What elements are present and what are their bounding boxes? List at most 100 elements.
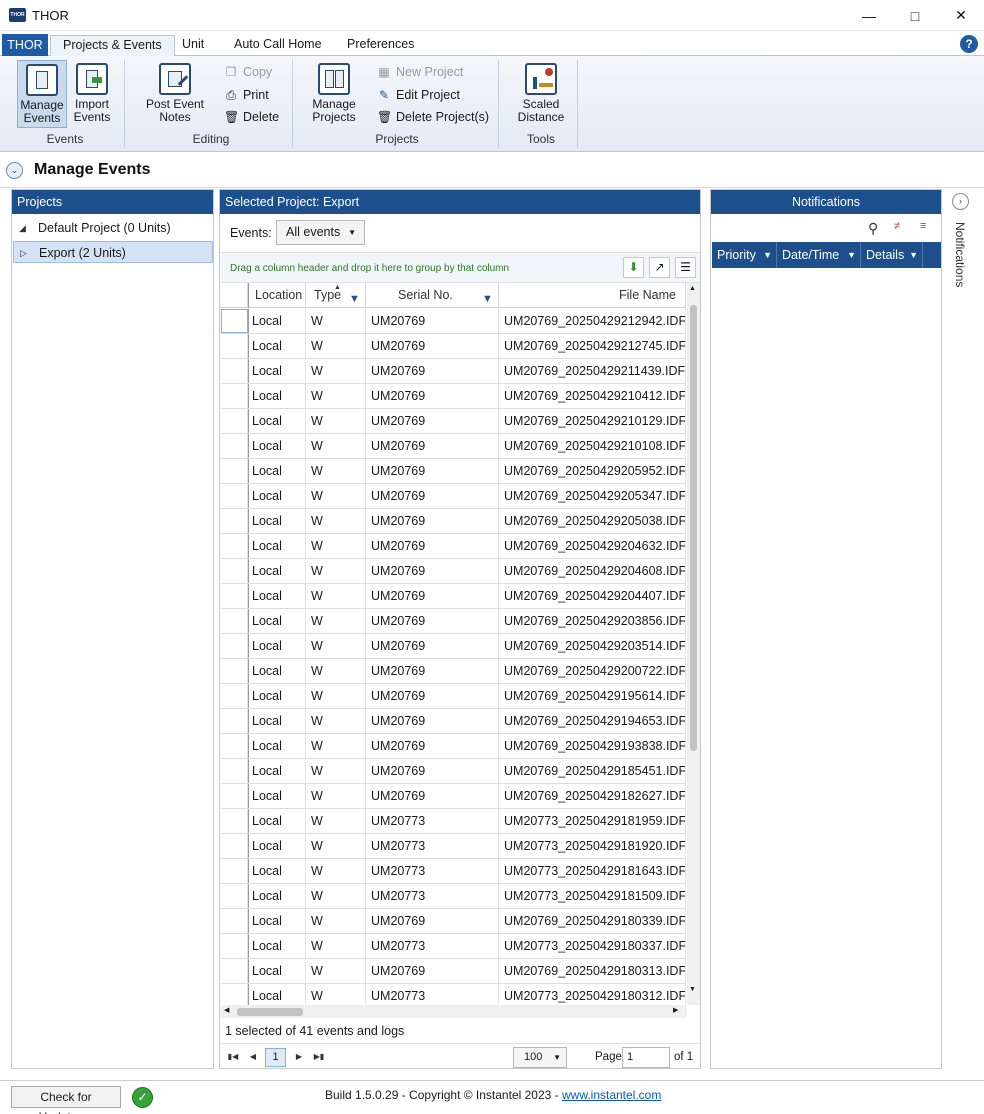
table-row[interactable]: Local W UM20773 UM20773_20250429181920.IDFW (221, 834, 686, 859)
search-icon[interactable]: ⚲ (868, 220, 878, 237)
expanded-arrow-icon[interactable]: ◢ (19, 217, 26, 239)
table-row[interactable]: Local W UM20769 UM20769_20250429205347.IDFW (221, 484, 686, 509)
column-chooser-icon[interactable]: ☰ (675, 257, 696, 278)
row-indicator[interactable] (221, 759, 248, 783)
row-indicator[interactable] (221, 384, 248, 408)
delete-projects-button[interactable]: 🗑 Delete Project(s) (377, 107, 489, 127)
table-row[interactable]: Local W UM20769 UM20769_20250429185451.IDFW (221, 759, 686, 784)
table-row[interactable]: Local W UM20769 UM20769_20250429205952.IDFW (221, 459, 686, 484)
collapsed-arrow-icon[interactable]: ▷ (20, 242, 27, 264)
table-row[interactable]: Local W UM20769 UM20769_20250429194653.IDFW (221, 709, 686, 734)
manage-projects-button[interactable]: Manage Projects (306, 60, 362, 128)
open-external-icon[interactable]: ↗ (649, 257, 670, 278)
filter-icon[interactable]: ▼ (482, 287, 496, 305)
print-button[interactable]: ⎙ Print (224, 85, 269, 105)
table-row[interactable]: Local W UM20769 UM20769_20250429210129.IDFW (221, 409, 686, 434)
row-indicator[interactable] (221, 634, 248, 658)
chevron-right-icon[interactable]: › (952, 193, 969, 210)
table-row[interactable]: Local W UM20769 UM20769_20250429200722.IDFW (221, 659, 686, 684)
chevron-down-icon[interactable]: ⌄ (6, 162, 23, 179)
row-indicator[interactable] (221, 884, 248, 908)
events-filter-select[interactable]: All events ▼ (276, 220, 365, 245)
row-indicator[interactable] (221, 959, 248, 983)
column-header-priority[interactable]: Priority ▼ (712, 242, 777, 268)
row-indicator[interactable] (221, 459, 248, 483)
table-row[interactable]: Local W UM20769 UM20769_20250429195614.IDFW (221, 684, 686, 709)
row-indicator[interactable] (221, 909, 248, 933)
row-indicator[interactable] (221, 434, 248, 458)
table-row[interactable]: Local W UM20769 UM20769_20250429210412.IDFW (221, 384, 686, 409)
maximize-button[interactable]: □ (892, 0, 938, 31)
scroll-right-icon[interactable]: ▶ (673, 1006, 678, 1014)
table-row[interactable]: Local W UM20769 UM20769_20250429204608.IDFW (221, 559, 686, 584)
row-indicator[interactable] (221, 534, 248, 558)
row-indicator[interactable] (221, 659, 248, 683)
row-indicator[interactable] (221, 809, 248, 833)
tab-auto-call-home[interactable]: Auto Call Home (222, 35, 334, 56)
row-indicator[interactable] (221, 984, 248, 1005)
instantel-link[interactable]: www.instantel.com (562, 1088, 661, 1102)
table-row[interactable]: Local W UM20773 UM20773_20250429181643.IDFW (221, 859, 686, 884)
next-page-icon[interactable]: ▶ (291, 1048, 307, 1066)
minimize-button[interactable]: — (846, 0, 892, 31)
tab-unit[interactable]: Unit (170, 35, 216, 56)
row-indicator[interactable] (221, 734, 248, 758)
new-project-button[interactable]: ▦ New Project (377, 62, 463, 82)
column-header-file-name[interactable]: File Name (499, 283, 686, 308)
row-indicator[interactable] (221, 409, 248, 433)
clear-all-icon[interactable]: ≡ (920, 220, 926, 232)
page-number-input[interactable]: 1 (622, 1047, 670, 1068)
last-page-icon[interactable]: ▶▮ (311, 1048, 327, 1066)
table-row[interactable]: Local W UM20769 UM20769_20250429203856.IDFW (221, 609, 686, 634)
filter-icon[interactable]: ▼ (909, 242, 918, 268)
row-indicator[interactable] (221, 584, 248, 608)
row-indicator[interactable] (221, 709, 248, 733)
check-updates-button[interactable]: Check for Updates... (11, 1086, 121, 1114)
column-header-type[interactable]: Type ▲ ▼ (306, 283, 366, 308)
page-size-select[interactable]: 100 ▼ (513, 1047, 567, 1068)
tree-item-default-project[interactable]: ◢ Default Project (0 Units) (13, 217, 213, 239)
row-indicator[interactable] (221, 484, 248, 508)
table-row[interactable]: Local W UM20769 UM20769_20250429204407.IDFW (221, 584, 686, 609)
filter-icon[interactable]: ▼ (763, 242, 772, 268)
row-indicator[interactable] (221, 859, 248, 883)
table-row[interactable]: Local W UM20769 UM20769_20250429210108.IDFW (221, 434, 686, 459)
filter-icon[interactable]: ▼ (349, 287, 363, 305)
clear-filter-icon[interactable]: ≠ (894, 220, 900, 232)
import-events-button[interactable]: Import Events (70, 60, 114, 128)
tab-thor[interactable]: THOR (2, 34, 48, 56)
table-row[interactable]: Local W UM20769 UM20769_20250429182627.IDFW (221, 784, 686, 809)
scaled-distance-button[interactable]: Scaled Distance (512, 60, 570, 128)
close-button[interactable]: ✕ (938, 0, 984, 31)
scroll-left-icon[interactable]: ◀ (224, 1006, 229, 1014)
table-row[interactable]: Local W UM20769 UM20769_20250429212942.IDFW (221, 309, 686, 334)
scrollbar-thumb[interactable] (237, 1008, 303, 1016)
table-row[interactable]: Local W UM20773 UM20773_20250429180312.IDFW (221, 984, 686, 1005)
row-indicator[interactable] (221, 834, 248, 858)
tab-projects-events[interactable]: Projects & Events (50, 35, 175, 57)
column-header-date-time[interactable]: Date/Time ▼ (777, 242, 861, 268)
delete-button[interactable]: 🗑 Delete (224, 107, 279, 127)
row-indicator[interactable] (221, 609, 248, 633)
filter-icon[interactable]: ▼ (847, 242, 856, 268)
edit-project-button[interactable]: ✎ Edit Project (377, 85, 460, 105)
group-by-bar[interactable]: Drag a column header and drop it here to… (221, 252, 700, 283)
table-row[interactable]: Local W UM20769 UM20769_20250429212745.IDFW (221, 334, 686, 359)
table-row[interactable]: Local W UM20769 UM20769_20250429180339.IDFW (221, 909, 686, 934)
page-number-button[interactable]: 1 (265, 1048, 286, 1067)
table-row[interactable]: Local W UM20773 UM20773_20250429180337.IDFW (221, 934, 686, 959)
post-event-notes-button[interactable]: Post Event Notes (138, 60, 212, 128)
table-row[interactable]: Local W UM20769 UM20769_20250429204632.IDFW (221, 534, 686, 559)
manage-events-button[interactable]: Manage Events (17, 60, 67, 128)
scroll-up-icon[interactable]: ▲ (689, 285, 696, 292)
table-row[interactable]: Local W UM20773 UM20773_20250429181509.IDFW (221, 884, 686, 909)
notifications-side-tab[interactable]: Notifications (953, 222, 967, 287)
row-indicator[interactable] (221, 509, 248, 533)
first-page-icon[interactable]: ▮◀ (225, 1048, 241, 1066)
tree-item-export[interactable]: ▷ Export (2 Units) (13, 241, 213, 263)
horizontal-scrollbar[interactable]: ◀ ▶ (221, 1005, 687, 1018)
scrollbar-thumb[interactable] (690, 305, 697, 751)
vertical-scrollbar[interactable]: ▲ ▼ (687, 283, 700, 1005)
previous-page-icon[interactable]: ◀ (245, 1048, 261, 1066)
table-row[interactable]: Local W UM20773 UM20773_20250429181959.IDFW (221, 809, 686, 834)
